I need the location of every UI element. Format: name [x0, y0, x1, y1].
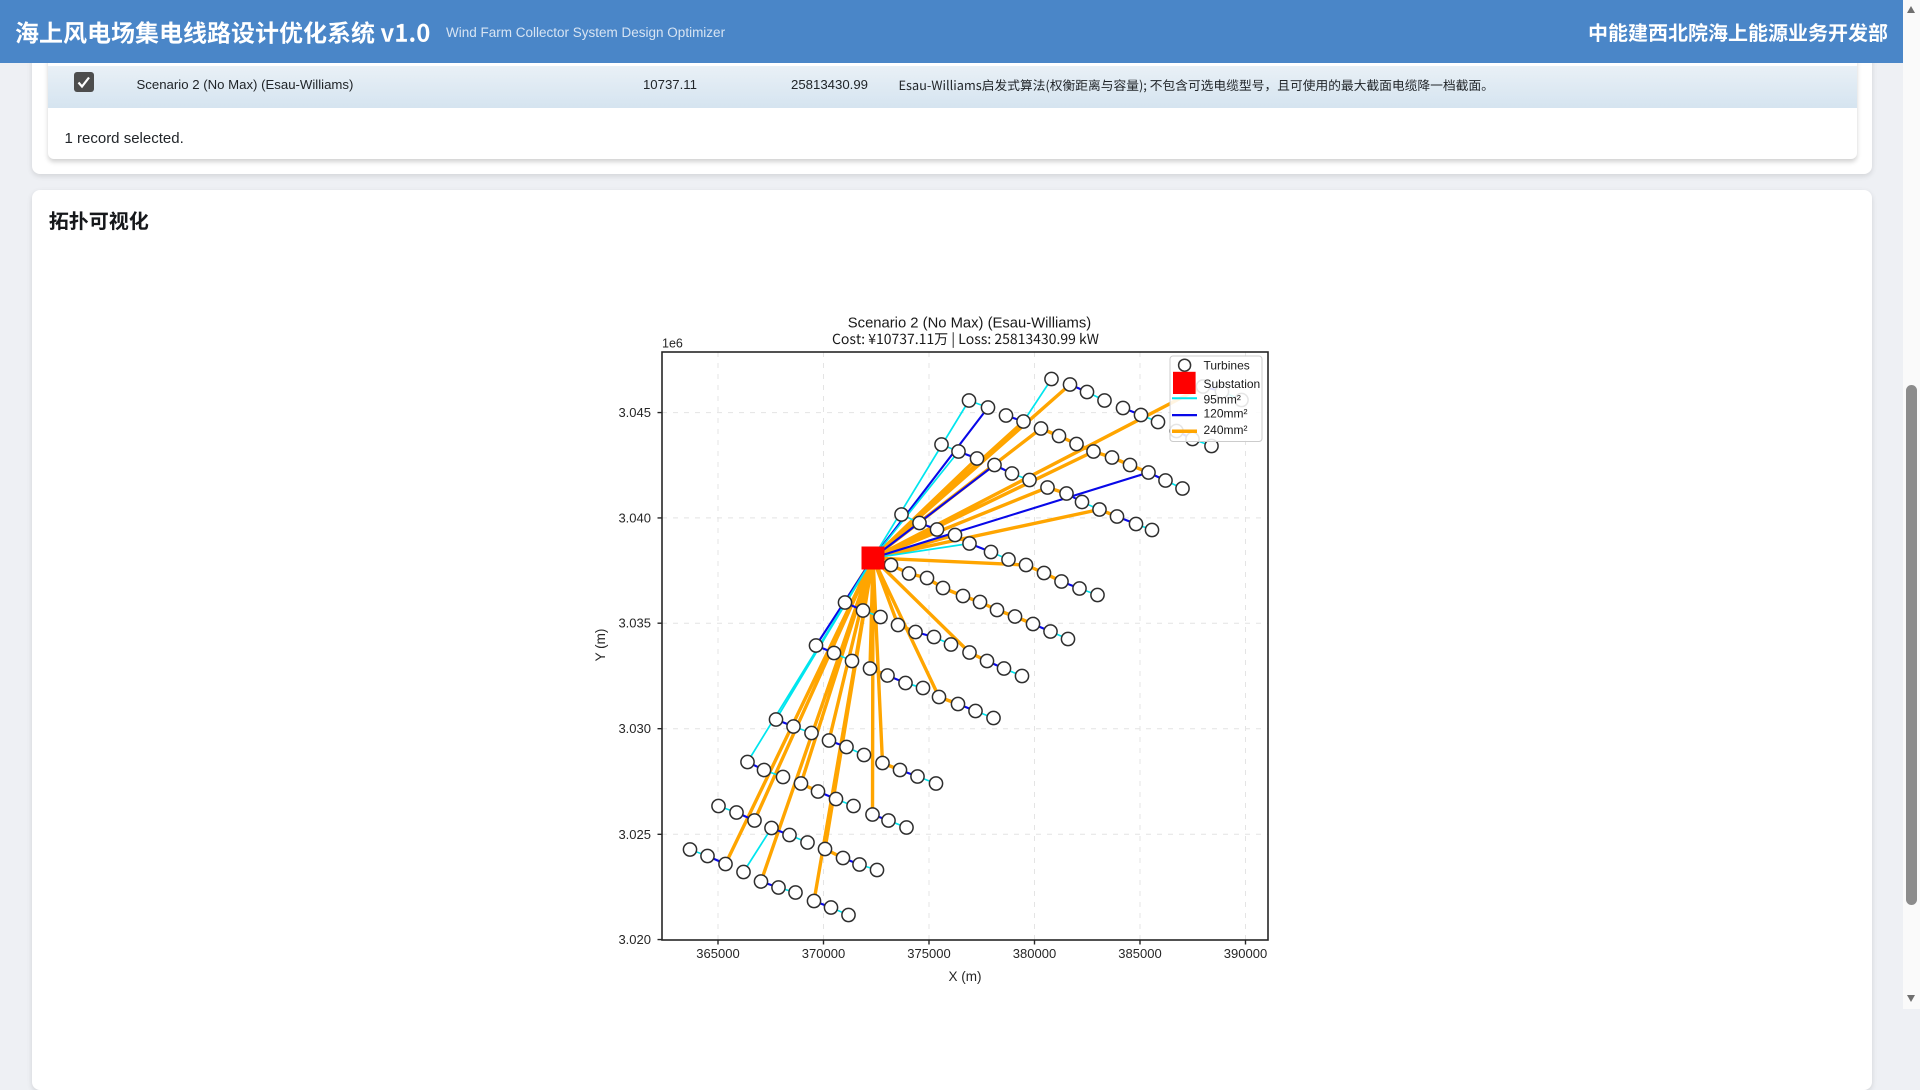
svg-text:365000: 365000: [696, 946, 739, 961]
svg-text:Substation: Substation: [1204, 377, 1261, 391]
svg-text:380000: 380000: [1013, 946, 1056, 961]
svg-text:Y (m): Y (m): [593, 629, 608, 662]
svg-text:1e6: 1e6: [662, 337, 683, 351]
svg-text:Turbines: Turbines: [1204, 358, 1250, 372]
svg-text:3.045: 3.045: [618, 405, 651, 420]
svg-text:3.030: 3.030: [618, 721, 651, 736]
svg-text:95mm²: 95mm²: [1204, 393, 1241, 407]
svg-text:3.025: 3.025: [618, 827, 651, 842]
svg-text:3.040: 3.040: [618, 510, 651, 525]
svg-text:3.020: 3.020: [618, 932, 651, 947]
svg-text:375000: 375000: [907, 946, 950, 961]
svg-text:390000: 390000: [1224, 946, 1267, 961]
svg-text:Scenario 2 (No Max) (Esau-Will: Scenario 2 (No Max) (Esau-Williams): [848, 316, 1091, 332]
svg-text:3.035: 3.035: [618, 616, 651, 631]
svg-text:X (m): X (m): [949, 969, 982, 984]
svg-text:120mm²: 120mm²: [1204, 406, 1248, 420]
svg-text:370000: 370000: [802, 946, 845, 961]
svg-text:240mm²: 240mm²: [1204, 423, 1248, 437]
svg-text:385000: 385000: [1118, 946, 1161, 961]
